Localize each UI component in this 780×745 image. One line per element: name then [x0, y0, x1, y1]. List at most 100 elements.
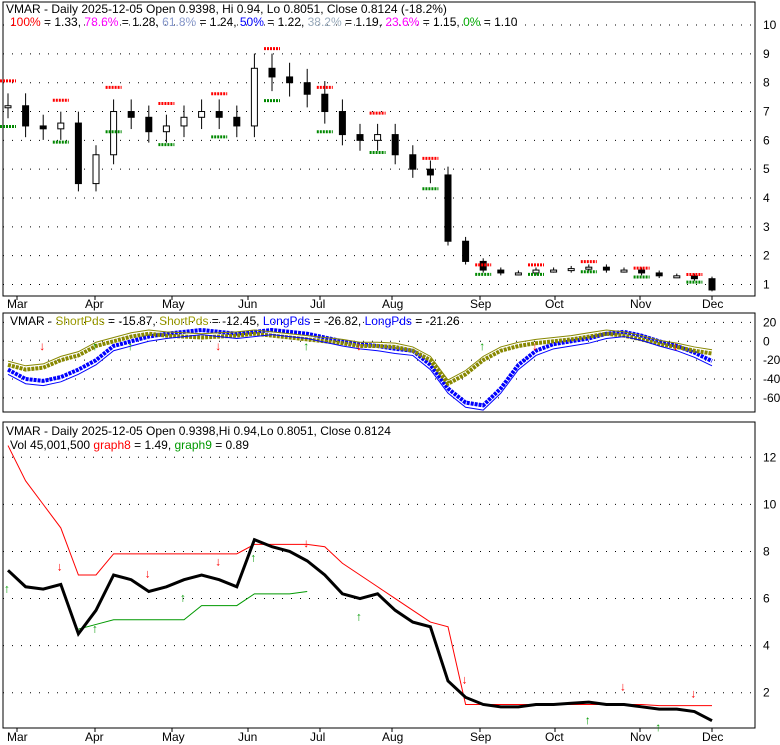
x-tick-label: Dec	[702, 730, 723, 744]
y-tick-label: 6	[763, 133, 770, 147]
fib-level-label: 100%	[10, 15, 41, 29]
signal-arrow-icon: ↑	[4, 581, 10, 595]
y-tick-label: 0	[763, 334, 770, 348]
oscillator-legend-part: = -21.26	[412, 314, 460, 328]
x-tick-label: Aug	[382, 297, 403, 311]
y-tick-label: 8	[763, 76, 770, 90]
x-tick-label: Nov	[630, 297, 651, 311]
signal-arrow-icon: ↓	[215, 339, 221, 353]
y-tick-label: 6	[763, 592, 770, 606]
candle-body	[673, 275, 681, 279]
x-tick-label: Apr	[85, 730, 104, 744]
y-tick-label: 10	[763, 497, 777, 511]
fib-level-value: = 1.15,	[419, 15, 463, 29]
x-tick-label: Mar	[7, 730, 28, 744]
oscillator-legend: VMAR - ShortPds = -15.87, ShortPds = -12…	[10, 314, 460, 328]
candle-body	[250, 67, 258, 127]
y-tick-label: -40	[763, 372, 780, 386]
graph9-line	[78, 590, 308, 630]
lower-panel-legend: Vol 45,001,500 graph8 = 1.49, graph9 = 0…	[10, 438, 249, 452]
candle-body	[391, 134, 399, 156]
fib-legend: 100% = 1.33, 78.6% = 1.28, 61.8% = 1.24,…	[10, 15, 518, 29]
y-tick-label: 2	[763, 249, 770, 263]
signal-arrow-icon: ↑	[303, 339, 309, 353]
fib-level-value: = 1.22,	[264, 15, 308, 29]
candle-body	[655, 272, 663, 277]
candle-body	[550, 269, 558, 273]
signal-arrow-icon: ↑	[479, 339, 485, 353]
x-tick-label: Jul	[310, 730, 325, 744]
candle-body	[708, 278, 716, 291]
fib-level-label: 23.6%	[385, 15, 419, 29]
oscillator-legend-part: = -26.82,	[310, 314, 364, 328]
signal-arrow-icon: ↓	[215, 555, 221, 569]
fib-level-value: = 1.10	[480, 15, 517, 29]
candle-body	[4, 105, 12, 109]
candle-body	[426, 168, 434, 176]
signal-arrow-icon: ↓	[462, 672, 468, 686]
graph8-label: graph8	[93, 438, 131, 452]
candle-body	[215, 111, 223, 118]
candle-body	[602, 266, 610, 271]
graph9-value: = 0.89	[212, 438, 249, 452]
lower-panel-title: VMAR - Daily 2025-12-05 Open 0.9398,Hi 0…	[6, 424, 391, 438]
signal-arrow-icon: ↑	[356, 610, 362, 624]
signal-arrow-icon: ↓	[532, 339, 538, 353]
x-tick-label: Nov	[630, 730, 651, 744]
stock-chart: 1 2 3 4 5 6 7 8 9 10 Mar Apr May Jun Jul Aug Sep Oct Nov De…	[0, 0, 780, 745]
candle-body	[444, 174, 452, 242]
candle-body	[233, 116, 241, 127]
signal-arrow-icon: ↑	[655, 720, 661, 734]
signal-arrow-icon: ↓	[57, 559, 63, 573]
x-tick-label: Jul	[310, 297, 325, 311]
candle-body	[462, 240, 470, 262]
candle-body	[198, 111, 206, 118]
candle-body	[409, 154, 417, 170]
y-tick-label: 1	[763, 277, 770, 291]
y-tick-label: -60	[763, 391, 780, 405]
fib-level-label: 78.6%	[84, 15, 118, 29]
y-tick-label: 4	[763, 191, 770, 205]
signal-arrow-icon: ↑	[127, 339, 133, 353]
signal-arrow-icon: ↓	[145, 566, 151, 580]
y-tick-label: 8	[763, 544, 770, 558]
graph8-value: = 1.49,	[131, 438, 175, 452]
price-panel: 12345678910Mar Apr May Jun Jul Aug Sep Oct Nov De…	[0, 1, 777, 311]
fib-level-value: = 1.28,	[118, 15, 162, 29]
fib-level-label: 61.8%	[162, 15, 196, 29]
x-tick-label: Dec	[702, 297, 723, 311]
fib-level-label: 0%	[463, 15, 481, 29]
candle-body	[338, 111, 346, 136]
candle-body	[497, 269, 505, 274]
signal-arrow-icon: ↓	[690, 687, 696, 701]
fib-level-label: 38.2%	[308, 15, 342, 29]
fib-level-value: = 1.33,	[41, 15, 85, 29]
signal-arrow-icon: ↓	[673, 339, 679, 353]
y-tick-label: 2	[763, 686, 770, 700]
price-panel-title: VMAR - Daily 2025-12-05 Open 0.9398, Hi …	[6, 2, 447, 16]
signal-arrow-icon: ↓	[620, 679, 626, 693]
signal-arrow-icon: ↓	[303, 536, 309, 550]
candle-body	[567, 268, 575, 272]
signal-arrow-icon: ↑	[92, 621, 98, 635]
candle-body	[127, 111, 135, 118]
y-tick-label: 20	[763, 315, 777, 329]
volume-price-panel: 2 4 6 8 10 12 Mar Apr May Jun Jul Aug Sep Oct Nov Dec ↑ ↓…	[2, 421, 777, 744]
signal-arrow-icon: ↓	[39, 339, 45, 353]
candle-body	[180, 116, 188, 127]
y-tick-label: 3	[763, 220, 770, 234]
candle-body	[268, 67, 276, 78]
y-tick-label: 5	[763, 162, 770, 176]
fib-level-value: = 1.24,	[196, 15, 240, 29]
x-tick-label: May	[162, 297, 185, 311]
oscillator-legend-part: LongPds	[263, 314, 310, 328]
x-tick-label: Jun	[238, 730, 257, 744]
graph9-label: graph9	[175, 438, 213, 452]
x-tick-label: Sep	[470, 297, 492, 311]
candle-body	[585, 266, 593, 270]
oscillator-legend-part: VMAR -	[10, 314, 55, 328]
y-tick-label: 12	[763, 450, 777, 464]
y-tick-label: 7	[763, 105, 770, 119]
candle-body	[638, 269, 646, 274]
chart-svg: 12345678910Mar Apr May Jun Jul Aug Sep Oct Nov De…	[0, 1, 780, 744]
